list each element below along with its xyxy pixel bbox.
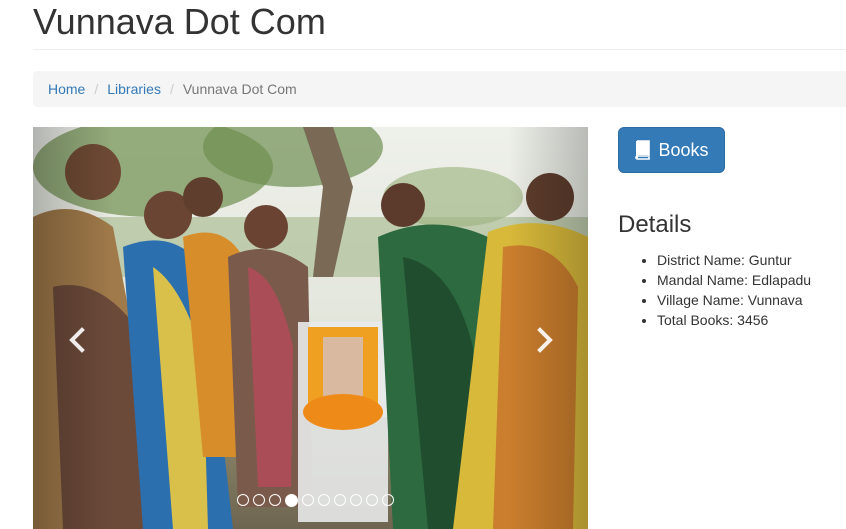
breadcrumb-separator: / <box>169 81 174 97</box>
chevron-left-icon <box>69 327 85 353</box>
carousel-indicator-dot[interactable] <box>350 494 362 506</box>
carousel-indicator-dot[interactable] <box>334 494 346 506</box>
books-button-label: Books <box>658 139 709 160</box>
carousel-next-button[interactable] <box>529 325 559 355</box>
book-icon <box>635 140 651 160</box>
page-title: Vunnava Dot Com <box>33 1 326 42</box>
breadcrumb-libraries-link[interactable]: Libraries <box>107 81 161 97</box>
carousel-indicator-dot[interactable] <box>285 493 298 507</box>
details-heading: Details <box>618 211 692 238</box>
carousel-indicator-dot[interactable] <box>237 494 249 506</box>
breadcrumb-separator: / <box>94 81 99 97</box>
breadcrumb: Home / Libraries / Vunnava Dot Com <box>33 71 846 107</box>
chevron-right-icon <box>537 327 553 353</box>
carousel-prev-button[interactable] <box>63 325 93 355</box>
carousel-photo <box>33 127 588 529</box>
carousel-indicator-dot[interactable] <box>382 494 394 506</box>
carousel-indicator-dot[interactable] <box>366 494 378 506</box>
carousel-indicators <box>33 493 588 507</box>
detail-total-books: Total Books: 3456 <box>657 310 811 330</box>
carousel-indicator-dot[interactable] <box>302 494 314 506</box>
books-button[interactable]: Books <box>618 127 725 173</box>
carousel-indicator-dot[interactable] <box>269 494 281 506</box>
detail-mandal: Mandal Name: Edlapadu <box>657 270 811 290</box>
title-divider <box>33 49 846 50</box>
carousel-indicator-dot[interactable] <box>253 494 265 506</box>
carousel-indicator-dot[interactable] <box>318 494 330 506</box>
photo-carousel <box>33 127 588 529</box>
breadcrumb-home-link[interactable]: Home <box>48 81 85 97</box>
details-list: District Name: Guntur Mandal Name: Edlap… <box>657 250 811 330</box>
detail-village: Village Name: Vunnava <box>657 290 811 310</box>
detail-district: District Name: Guntur <box>657 250 811 270</box>
breadcrumb-current: Vunnava Dot Com <box>182 81 297 97</box>
